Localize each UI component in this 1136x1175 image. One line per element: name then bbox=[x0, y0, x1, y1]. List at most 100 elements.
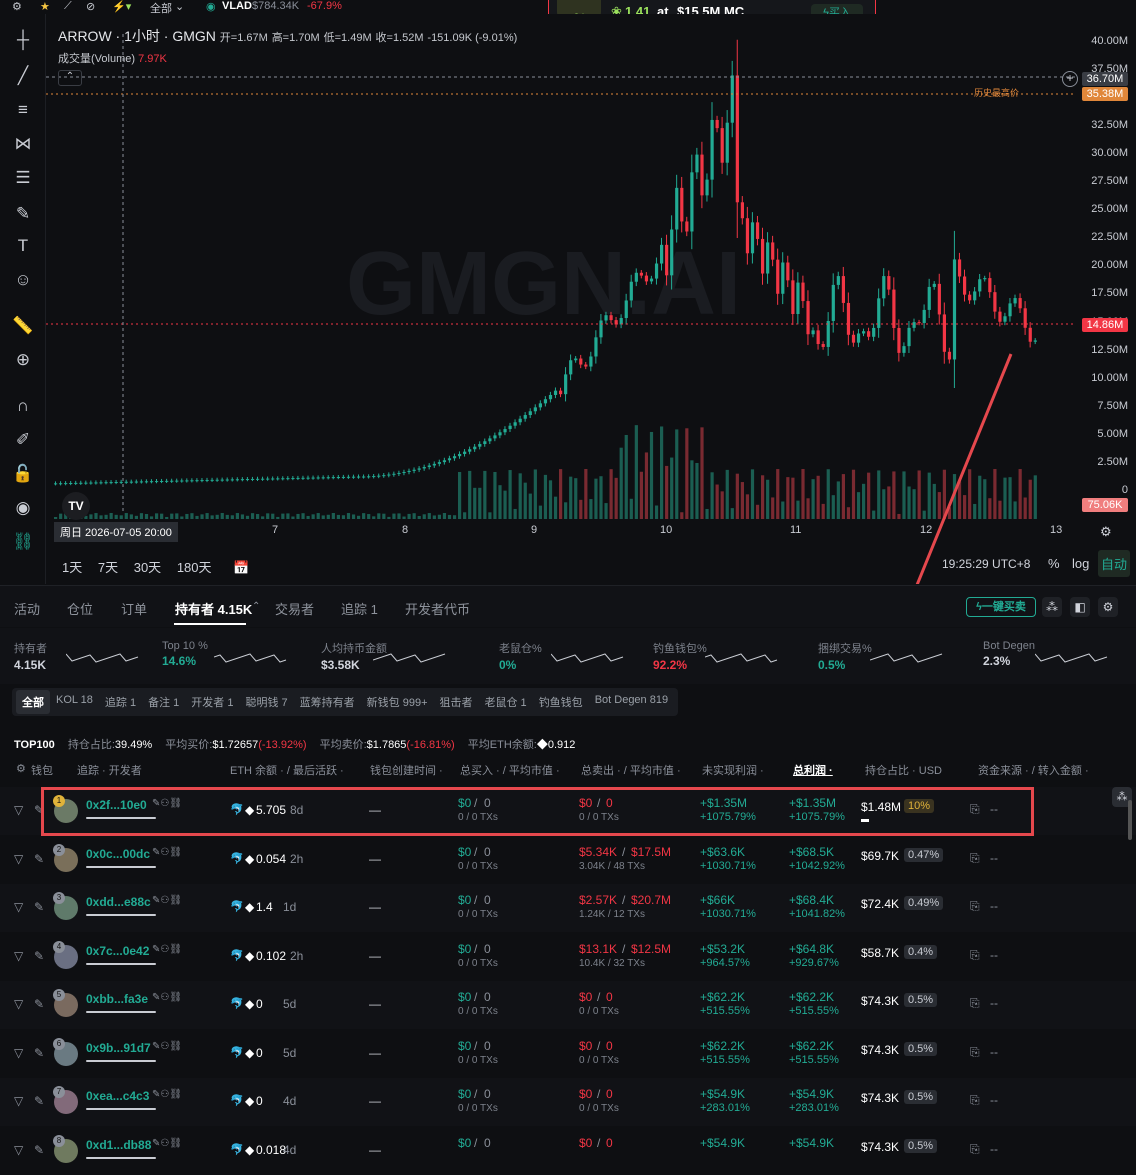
collapse-legend-button[interactable]: ⌃ bbox=[58, 70, 82, 86]
magnet-icon[interactable]: ∩ bbox=[11, 394, 35, 418]
filter-chip[interactable]: Bot Degen 819 bbox=[589, 690, 674, 714]
filter-icon[interactable]: ▽ bbox=[14, 949, 23, 963]
timeframe-30d[interactable]: 30天 bbox=[134, 560, 161, 575]
filter-icon[interactable]: ▽ bbox=[14, 1143, 23, 1157]
add-alert-icon[interactable]: + bbox=[1062, 71, 1078, 87]
ticker-name[interactable]: VLAD bbox=[222, 0, 252, 12]
percent-scale-button[interactable]: % bbox=[1048, 556, 1060, 571]
wallet-address[interactable]: 0x7c...0e42 bbox=[86, 944, 149, 958]
col-bought[interactable]: 总买入 · / 平均市值 · bbox=[460, 762, 560, 778]
tab-traders[interactable]: 交易者 bbox=[275, 599, 314, 618]
lock-drawing-icon[interactable]: ✐ bbox=[11, 428, 35, 452]
timeframe-7d[interactable]: 7天 bbox=[98, 560, 118, 575]
col-source[interactable]: 资金来源 · / 转入金额 · bbox=[978, 762, 1089, 778]
table-row[interactable]: ▽ ✎ 6 0x9b...91d7 ✎⚇⛓ 🐬 ◆ 0 5d — $0/0 0 / 0 TXs $0/0… bbox=[0, 1029, 1136, 1078]
log-scale-button[interactable]: log bbox=[1072, 556, 1089, 571]
tradingview-logo[interactable]: TV bbox=[62, 492, 90, 520]
fib-icon[interactable]: ☰ bbox=[11, 166, 35, 190]
wallet-address[interactable]: 0x9b...91d7 bbox=[86, 1041, 151, 1055]
ruler-icon[interactable]: 📏 bbox=[11, 314, 35, 338]
filter-chip[interactable]: 追踪 1 bbox=[99, 690, 142, 714]
wallet-tags-icon[interactable]: ✎⚇⛓ bbox=[152, 1089, 182, 1100]
chart-canvas[interactable]: GMGN.AI bbox=[46, 14, 1136, 584]
tab-orders[interactable]: 订单 bbox=[121, 599, 147, 618]
wallet-tags-icon[interactable]: ✎⚇⛓ bbox=[152, 895, 182, 906]
wallet-tags-icon[interactable]: ✎⚇⛓ bbox=[152, 847, 182, 858]
lock-icon[interactable]: 🔓 bbox=[11, 462, 35, 486]
filter-chip[interactable]: 开发者 1 bbox=[185, 690, 239, 714]
chevron-down-icon[interactable]: ⌄ bbox=[175, 0, 184, 13]
trendline-icon[interactable]: ╱ bbox=[11, 64, 35, 88]
emoji-icon[interactable]: ☺ bbox=[11, 268, 35, 292]
funding-icon[interactable]: ⎘ bbox=[970, 1142, 980, 1157]
filter-chip[interactable]: 聪明钱 7 bbox=[239, 690, 293, 714]
filter-chip[interactable]: KOL 18 bbox=[50, 690, 99, 714]
col-total-profit[interactable]: 总利润 · bbox=[793, 762, 833, 778]
col-sold[interactable]: 总卖出 · / 平均市值 · bbox=[581, 762, 681, 778]
wallet-tags-icon[interactable]: ✎⚇⛓ bbox=[152, 1138, 182, 1149]
col-track[interactable]: 追踪 · 开发者 bbox=[77, 762, 142, 778]
pen-icon[interactable]: ✎ bbox=[34, 1094, 44, 1108]
crosshair-icon[interactable]: ┼ bbox=[11, 28, 35, 52]
funding-icon[interactable]: ⎘ bbox=[970, 851, 980, 866]
pattern-icon[interactable]: ⋈ bbox=[11, 132, 35, 156]
table-row[interactable]: ▽ ✎ 7 0xea...c4c3 ✎⚇⛓ 🐬 ◆ 0 4d — $0/0 0 / 0 TXs $0/0… bbox=[0, 1078, 1136, 1126]
funding-icon[interactable]: ⎘ bbox=[970, 899, 980, 914]
tab-holders[interactable]: 持有者 4.15K bbox=[175, 599, 252, 618]
col-share[interactable]: 持仓占比 · USD bbox=[865, 762, 942, 778]
wallet-tags-icon[interactable]: ✎⚇⛓ bbox=[152, 992, 182, 1003]
brush-icon[interactable]: ✎ bbox=[11, 202, 35, 226]
table-row[interactable]: ▽ ✎ 2 0x0c...00dc ✎⚇⛓ 🐬 ◆ 0.054 2h — $0/0 0 / 0 TXs… bbox=[0, 835, 1136, 884]
gear-icon[interactable]: ⚙ bbox=[12, 0, 22, 13]
timeframe-1d[interactable]: 1天 bbox=[62, 560, 82, 575]
wallet-tags-icon[interactable]: ✎⚇⛓ bbox=[152, 944, 182, 955]
tab-positions[interactable]: 仓位 bbox=[67, 599, 93, 618]
filter-chip[interactable]: 老鼠仓 1 bbox=[479, 690, 533, 714]
table-row[interactable]: ▽ ✎ 3 0xdd...e88c ✎⚇⛓ 🐬 ◆ 1.4 1d — $0/0 0 / 0 TXs $2… bbox=[0, 884, 1136, 932]
filter-icon[interactable]: ▽ bbox=[14, 1046, 23, 1060]
pen-icon[interactable]: ✎ bbox=[34, 1143, 44, 1157]
eye-icon[interactable]: ◉ bbox=[11, 496, 35, 520]
zoom-in-icon[interactable]: ⊕ bbox=[11, 348, 35, 372]
timeframe-180d[interactable]: 180天 bbox=[177, 560, 212, 575]
funding-icon[interactable]: ⎘ bbox=[970, 1045, 980, 1060]
bubble-map-icon[interactable]: ⁂ bbox=[1042, 597, 1062, 617]
history-icon[interactable]: ⊘ bbox=[86, 0, 95, 13]
wallet-address[interactable]: 0xd1...db88 bbox=[86, 1138, 151, 1152]
horizontal-lines-icon[interactable]: ≡ bbox=[11, 98, 35, 122]
text-icon[interactable]: T bbox=[11, 234, 35, 258]
col-created[interactable]: 钱包创建时间 · bbox=[370, 762, 443, 778]
wallet-address[interactable]: 0x0c...00dc bbox=[86, 847, 150, 861]
filter-chip[interactable]: 新钱包 999+ bbox=[361, 690, 434, 714]
table-row[interactable]: ▽ ✎ 5 0xbb...fa3e ✎⚇⛓ 🐬 ◆ 0 5d — $0/0 0 / 0 TXs $0/0… bbox=[0, 981, 1136, 1029]
calendar-icon[interactable]: 📅 bbox=[233, 560, 249, 575]
wallet-address[interactable]: 0xbb...fa3e bbox=[86, 992, 148, 1006]
col-eth[interactable]: ETH 余额 · / 最后活跃 · bbox=[230, 762, 344, 778]
gear-icon[interactable]: ⚙ bbox=[16, 762, 26, 775]
chevron-up-icon[interactable]: ⌃ bbox=[252, 601, 260, 612]
auto-scale-button[interactable]: 自动 bbox=[1098, 550, 1131, 577]
funding-icon[interactable]: ⎘ bbox=[970, 996, 980, 1011]
settings-icon[interactable]: ⚙ bbox=[1100, 524, 1112, 540]
table-row[interactable]: ▽ ✎ 4 0x7c...0e42 ✎⚇⛓ 🐬 ◆ 0.102 2h — $0/0 0 / 0 TXs… bbox=[0, 932, 1136, 981]
scrollbar[interactable] bbox=[1128, 800, 1132, 840]
wallet-address[interactable]: 0xdd...e88c bbox=[86, 895, 151, 909]
tab-tracking[interactable]: 追踪 1 bbox=[341, 599, 378, 618]
bolt-icon[interactable]: ⚡▾ bbox=[112, 0, 131, 13]
clock[interactable]: 19:25:29 UTC+8 bbox=[942, 557, 1030, 571]
layout-icon[interactable]: ◧ bbox=[1070, 597, 1090, 617]
quick-sell-button[interactable]: ϟ一键买卖 bbox=[966, 597, 1036, 617]
symbol-title[interactable]: ARROW · 1小时 · GMGN bbox=[58, 28, 216, 44]
chart-icon[interactable]: ⟋ bbox=[64, 0, 72, 13]
funding-icon[interactable]: ⎘ bbox=[970, 948, 980, 963]
filter-icon[interactable]: ▽ bbox=[14, 852, 23, 866]
pen-icon[interactable]: ✎ bbox=[34, 1046, 44, 1060]
pen-icon[interactable]: ✎ bbox=[34, 949, 44, 963]
link-icon[interactable]: ⛓ bbox=[11, 530, 35, 554]
tab-activity[interactable]: 活动 bbox=[14, 599, 40, 618]
funding-icon[interactable]: ⎘ bbox=[970, 1093, 980, 1108]
wallet-address[interactable]: 0xea...c4c3 bbox=[86, 1089, 149, 1103]
price-chart[interactable]: GMGN.AI 历史最高价 bbox=[46, 14, 1136, 584]
filter-chip[interactable]: 全部 bbox=[16, 690, 50, 714]
col-wallet[interactable]: 钱包 bbox=[31, 762, 53, 778]
